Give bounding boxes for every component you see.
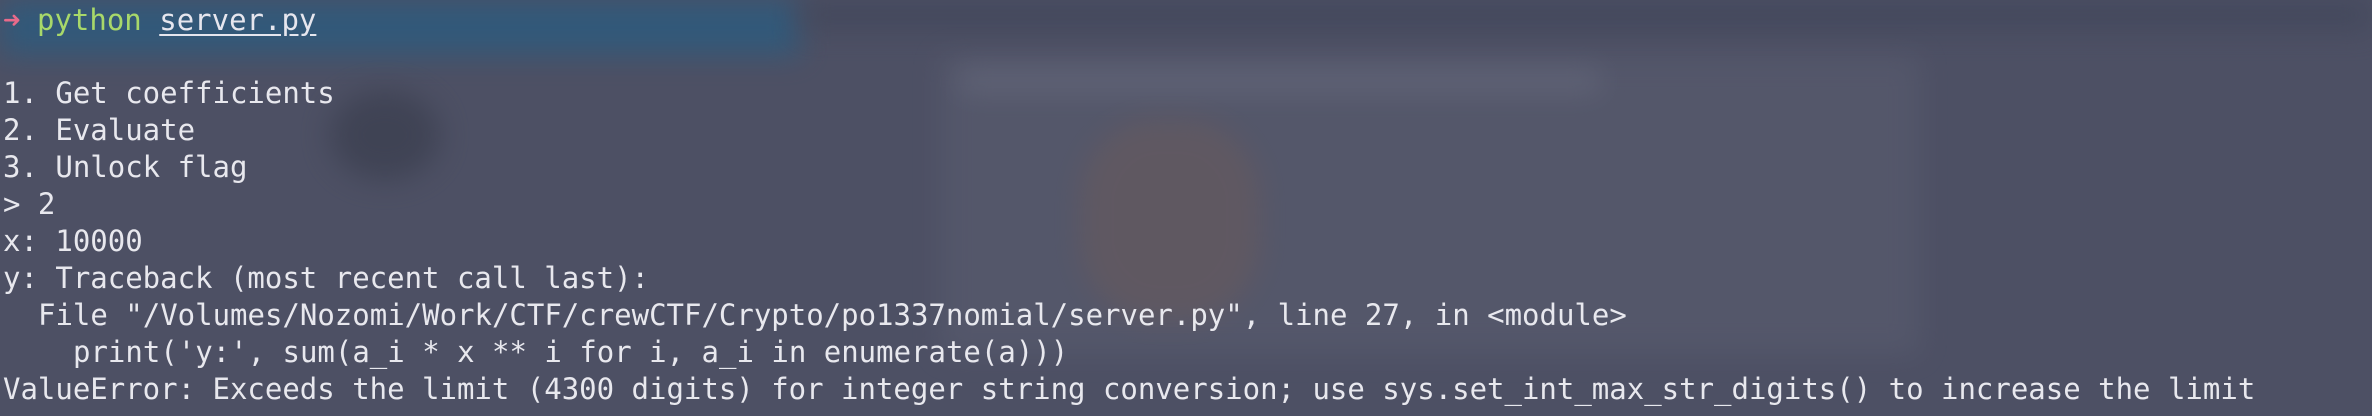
traceback-header: y: Traceback (most recent call last): (3, 261, 650, 296)
menu-item-unlock-flag: 3. Unlock flag (3, 150, 248, 185)
command-argument: server.py (159, 3, 317, 38)
menu-item-get-coefficients: 1. Get coefficients (3, 76, 335, 111)
command-line: ➜ python server.py (3, 2, 316, 39)
command-name: python (37, 3, 142, 38)
error-message: ValueError: Exceeds the limit (4300 digi… (3, 372, 2256, 407)
traceback-code-line: print('y:', sum(a_i * x ** i for i, a_i … (3, 334, 1068, 371)
terminal-window[interactable]: ➜ python server.py 1. Get coefficients 2.… (0, 0, 2372, 416)
menu-item-evaluate: 2. Evaluate (3, 113, 196, 148)
traceback-file-text: File "/Volumes/Nozomi/Work/CTF/crewCTF/C… (38, 298, 1627, 333)
prompt-arrow-icon: ➜ (3, 3, 21, 38)
input-prompt-line: > 2 (3, 187, 56, 222)
x-value-line: x: 10000 (3, 224, 143, 259)
traceback-code-text: print('y:', sum(a_i * x ** i for i, a_i … (73, 335, 1069, 370)
traceback-file-line: File "/Volumes/Nozomi/Work/CTF/crewCTF/C… (3, 297, 1627, 334)
